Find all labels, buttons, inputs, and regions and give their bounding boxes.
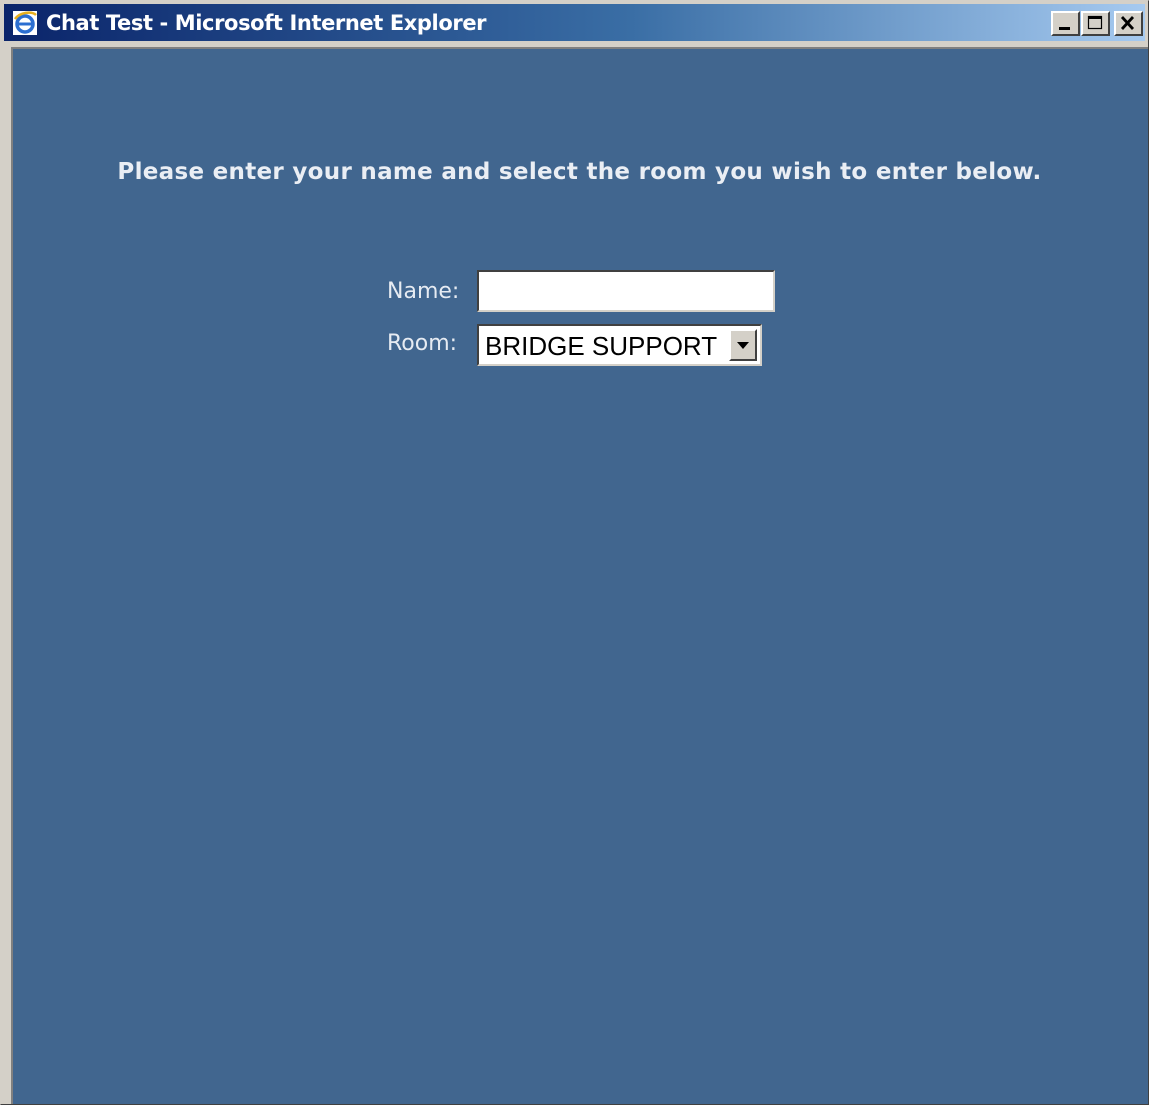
instruction-text: Please enter your name and select the ro…: [117, 159, 1042, 185]
browser-window: Chat Test - Microsoft Internet Explorer …: [0, 0, 1149, 1105]
maximize-button[interactable]: [1081, 11, 1110, 36]
dropdown-arrow-button[interactable]: [729, 329, 757, 361]
window-title: Chat Test - Microsoft Internet Explorer: [46, 11, 487, 35]
minimize-icon: [1059, 27, 1070, 30]
close-button[interactable]: [1114, 11, 1143, 36]
name-input[interactable]: [477, 270, 775, 312]
chevron-down-icon: [737, 342, 749, 349]
title-bar[interactable]: Chat Test - Microsoft Internet Explorer: [4, 4, 1145, 41]
name-label: Name:: [387, 279, 460, 304]
room-selected-value: BRIDGE SUPPORT: [485, 331, 718, 361]
minimize-button[interactable]: [1051, 11, 1080, 36]
maximize-icon: [1087, 15, 1103, 30]
close-icon: [1120, 16, 1135, 30]
internet-explorer-icon: [13, 11, 37, 35]
page-content: Please enter your name and select the ro…: [11, 47, 1148, 1104]
room-label: Room:: [387, 331, 458, 356]
room-select[interactable]: BRIDGE SUPPORT: [477, 324, 762, 366]
